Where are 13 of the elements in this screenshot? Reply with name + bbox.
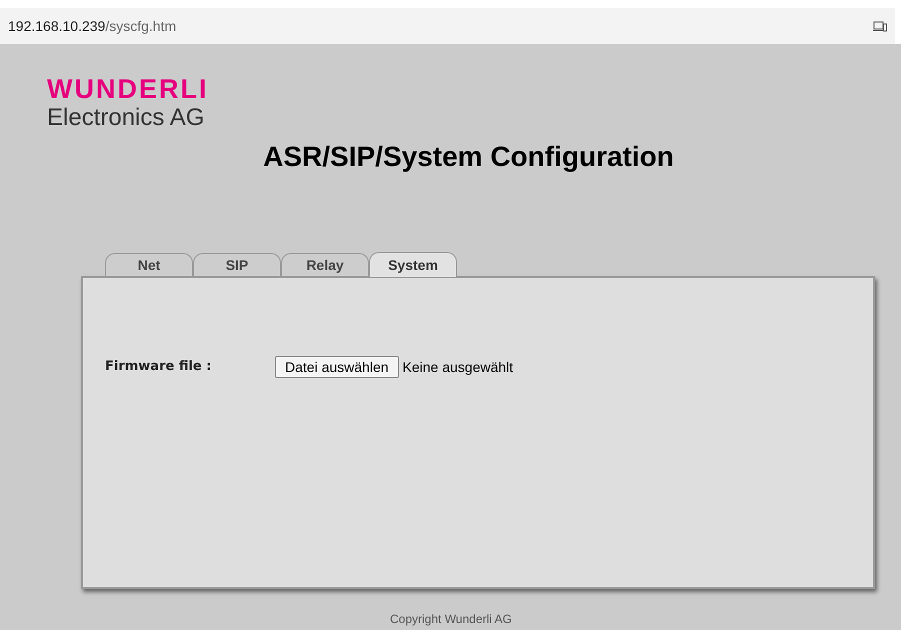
choose-file-button[interactable]: Datei auswählen (275, 356, 399, 378)
url-text[interactable]: 192.168.10.239/syscfg.htm (8, 16, 176, 36)
file-status-text: Keine ausgewählt (402, 358, 514, 377)
logo-text: WUNDERLI (47, 74, 208, 104)
devices-icon[interactable] (873, 20, 887, 32)
tab[interactable]: Net (105, 253, 193, 276)
field-label: Firmware file : (105, 358, 212, 376)
page-title: ASR/SIP/System Configuration (263, 140, 674, 174)
tab[interactable]: Relay (281, 253, 369, 276)
tab[interactable]: SIP (193, 253, 281, 276)
logo-subtitle: Electronics AG (47, 104, 204, 132)
copyright-text: Copyright Wunderli AG (390, 611, 512, 628)
tab[interactable]: System (369, 252, 457, 277)
